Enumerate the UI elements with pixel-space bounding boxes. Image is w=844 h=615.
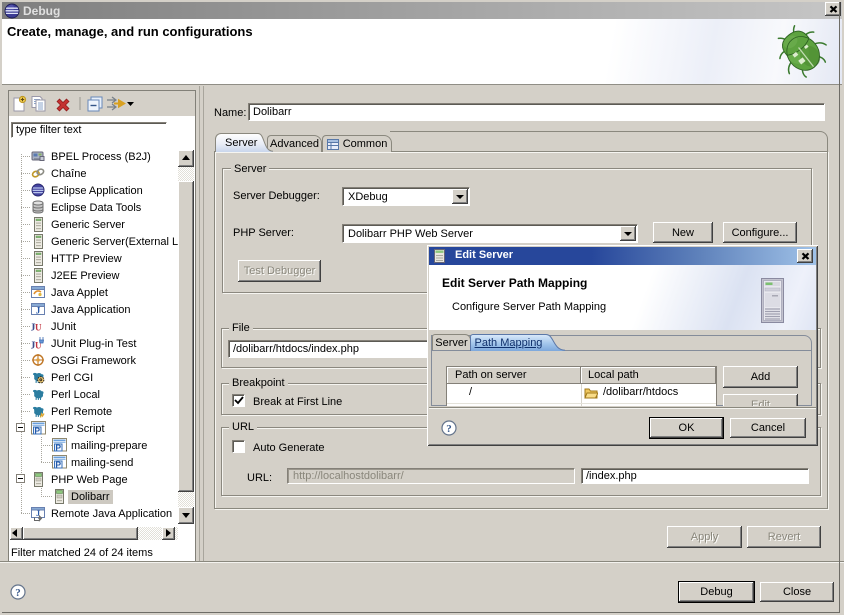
svg-text:P: P: [34, 425, 40, 435]
svg-text:?: ?: [446, 423, 452, 435]
svg-text:JU: JU: [31, 322, 42, 334]
svg-text:?: ?: [15, 587, 21, 599]
svg-text:J: J: [36, 306, 41, 316]
svg-text:P: P: [55, 459, 61, 469]
svg-text:P: P: [55, 442, 61, 452]
